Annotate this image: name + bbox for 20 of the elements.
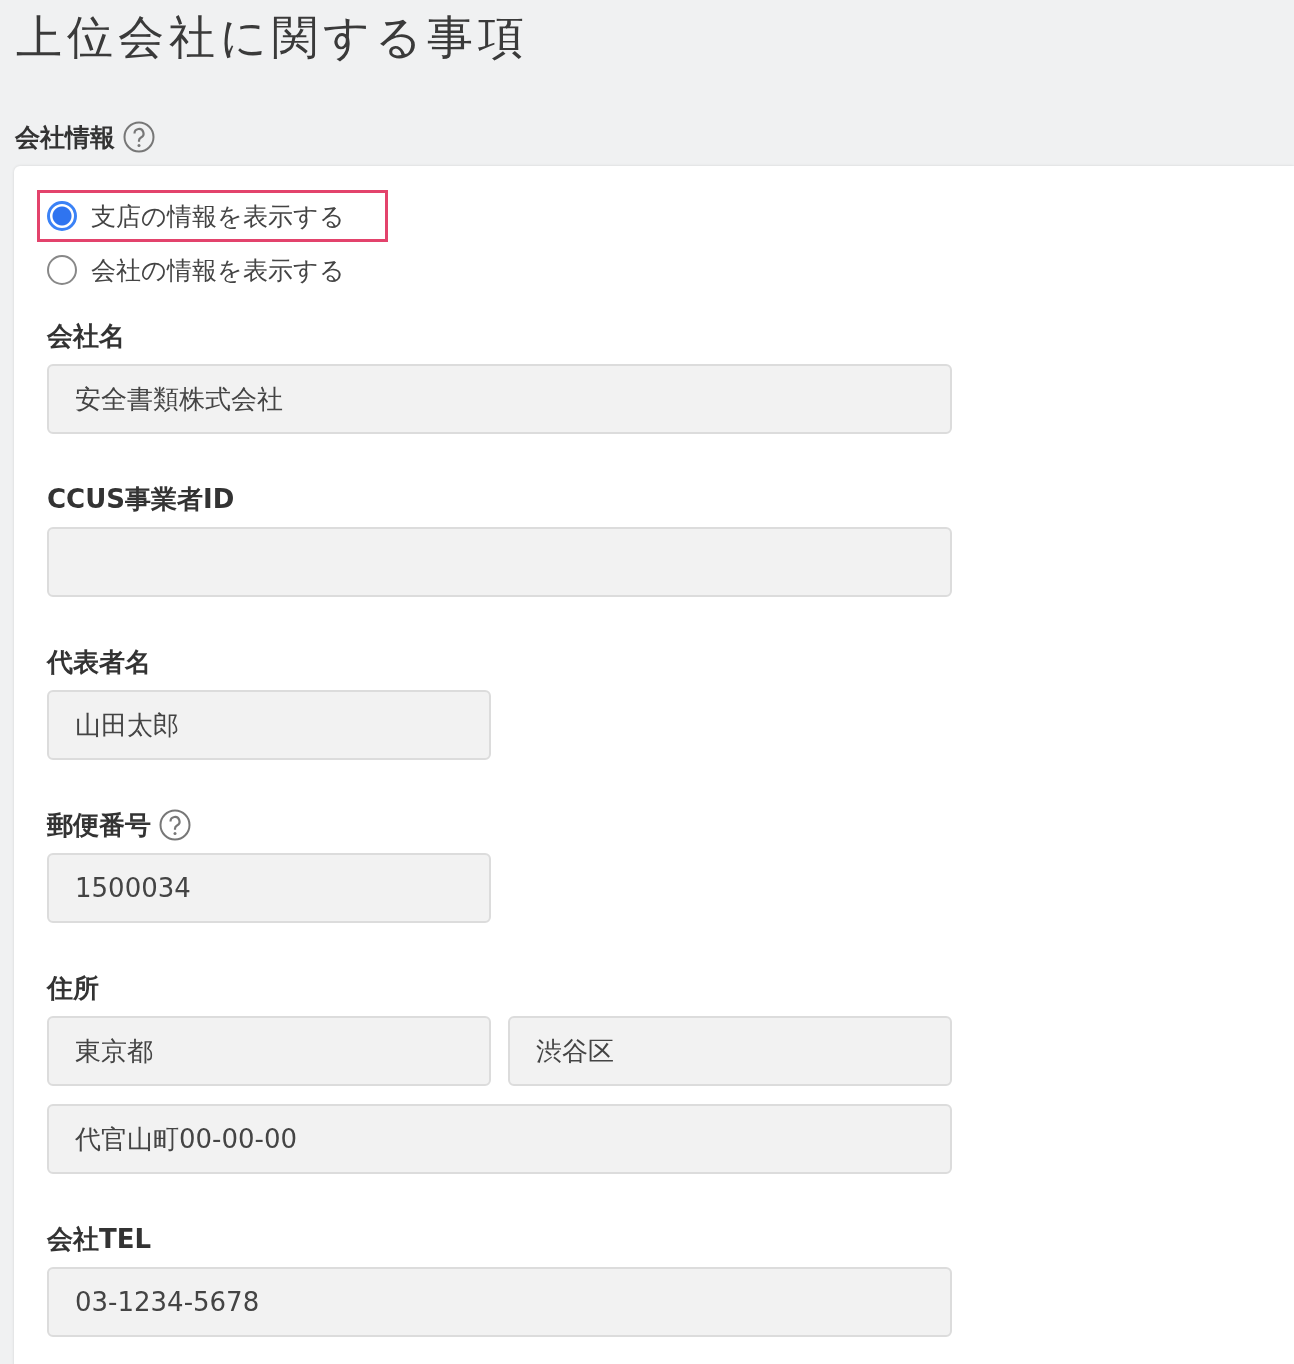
help-icon[interactable]: [123, 121, 155, 153]
field-label: 住所: [47, 971, 99, 1005]
section-label: 会社情報: [15, 121, 115, 154]
input-field[interactable]: 山田太郎: [47, 690, 491, 760]
input-field[interactable]: [47, 527, 952, 597]
field-label: 郵便番号: [47, 808, 151, 842]
input-field[interactable]: 安全書類株式会社: [47, 364, 952, 434]
field-label: CCUS事業者ID: [47, 482, 235, 516]
input-field[interactable]: 1500034: [47, 853, 491, 923]
page-title: 上位会社に関する事項: [15, 9, 530, 66]
field-label: 会社TEL: [47, 1222, 152, 1256]
field-label: 会社名: [47, 319, 125, 353]
radio-option[interactable]: 支店の情報を表示する: [37, 190, 388, 242]
input-field[interactable]: 03-1234-5678: [47, 1267, 952, 1337]
input-field[interactable]: 東京都: [47, 1016, 491, 1086]
input-field[interactable]: 代官山町00-00-00: [47, 1104, 952, 1174]
input-field[interactable]: 渋谷区: [508, 1016, 952, 1086]
radio-option[interactable]: 会社の情報を表示する: [37, 244, 388, 296]
help-icon[interactable]: [159, 809, 191, 841]
field-label: 代表者名: [47, 645, 151, 679]
